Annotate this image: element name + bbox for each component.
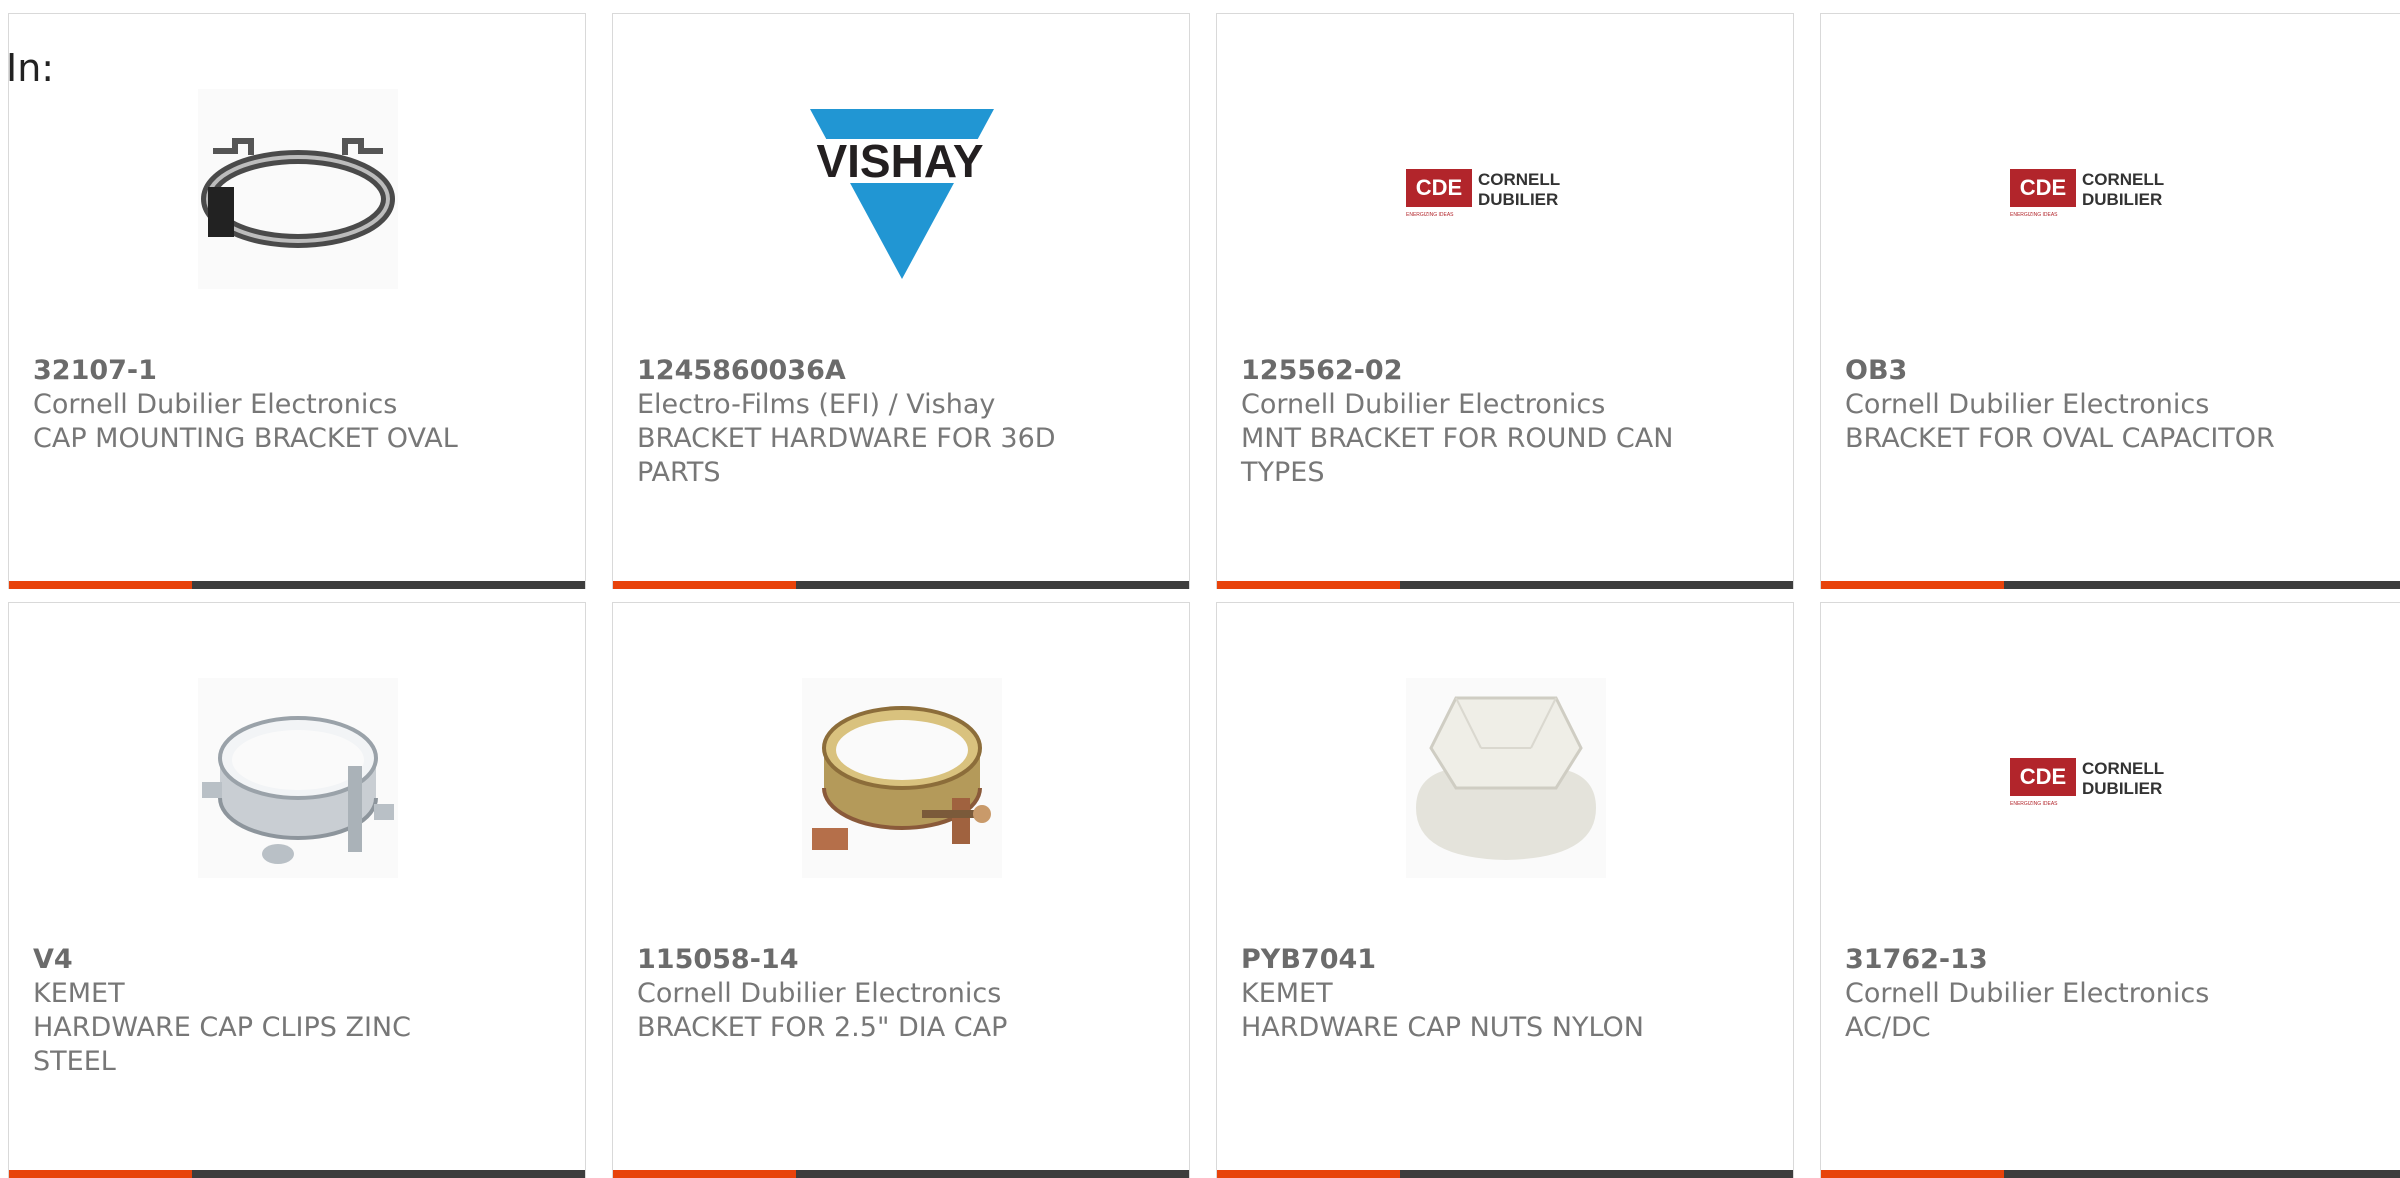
svg-text:VISHAY: VISHAY: [816, 135, 983, 187]
manufacturer: KEMET: [1241, 978, 1333, 1009]
svg-text:ENERGIZING IDEAS: ENERGIZING IDEAS: [1406, 212, 1454, 218]
product-info: 1245860036A Electro-Films (EFI) / Vishay…: [637, 354, 1097, 490]
part-number[interactable]: 115058-14: [637, 943, 1097, 977]
product-thumbnail[interactable]: [198, 678, 398, 878]
nylon-nut-image: [1406, 678, 1606, 878]
description: HARDWARE CAP NUTS NYLON: [1241, 1012, 1644, 1043]
manufacturer: Cornell Dubilier Electronics: [1845, 389, 2210, 420]
card-bottom-bar: [1821, 581, 2400, 589]
card-bottom-bar: [1217, 1170, 1793, 1178]
product-thumbnail[interactable]: [1406, 678, 1606, 878]
part-number[interactable]: OB3: [1845, 354, 2305, 388]
description: AC/DC: [1845, 1012, 1931, 1043]
product-card[interactable]: CDE CORNELL DUBILIER ENERGIZING IDEAS 31…: [1820, 602, 2400, 1178]
card-bottom-bar: [613, 1170, 1189, 1178]
description: BRACKET HARDWARE FOR 36D PARTS: [637, 423, 1056, 488]
product-thumbnail[interactable]: CDE CORNELL DUBILIER ENERGIZING IDEAS: [2010, 89, 2210, 289]
product-thumbnail[interactable]: [198, 89, 398, 289]
product-grid: 32107-1 Cornell Dubilier Electronics CAP…: [0, 0, 2400, 1178]
product-card[interactable]: VISHAY 1245860036A Electro-Films (EFI) /…: [612, 13, 1190, 589]
part-number[interactable]: 32107-1: [33, 354, 493, 388]
product-card[interactable]: 115058-14 Cornell Dubilier Electronics B…: [612, 602, 1190, 1178]
card-bottom-bar: [9, 1170, 585, 1178]
manufacturer: Cornell Dubilier Electronics: [1845, 978, 2210, 1009]
oval-bracket-image: [198, 89, 398, 289]
product-info: V4 KEMET HARDWARE CAP CLIPS ZINC STEEL: [33, 943, 493, 1079]
product-info: 31762-13 Cornell Dubilier Electronics AC…: [1845, 943, 2305, 1045]
svg-text:CDE: CDE: [1416, 175, 1462, 200]
product-info: PYB7041 KEMET HARDWARE CAP NUTS NYLON: [1241, 943, 1701, 1045]
manufacturer: Cornell Dubilier Electronics: [33, 389, 398, 420]
card-bottom-bar: [1217, 581, 1793, 589]
svg-text:CORNELL: CORNELL: [2082, 759, 2164, 778]
part-number[interactable]: V4: [33, 943, 493, 977]
description: BRACKET FOR OVAL CAPACITOR: [1845, 423, 2275, 454]
product-thumbnail[interactable]: VISHAY: [802, 89, 1002, 289]
product-thumbnail[interactable]: CDE CORNELL DUBILIER ENERGIZING IDEAS: [1406, 89, 1606, 289]
description: CAP MOUNTING BRACKET OVAL: [33, 423, 458, 454]
svg-text:CDE: CDE: [2020, 764, 2066, 789]
manufacturer: Cornell Dubilier Electronics: [637, 978, 1002, 1009]
product-info: 115058-14 Cornell Dubilier Electronics B…: [637, 943, 1097, 1045]
svg-text:CDE: CDE: [2020, 175, 2066, 200]
product-thumbnail[interactable]: CDE CORNELL DUBILIER ENERGIZING IDEAS: [2010, 678, 2210, 878]
product-card[interactable]: 32107-1 Cornell Dubilier Electronics CAP…: [8, 13, 586, 589]
cde-logo-image: CDE CORNELL DUBILIER ENERGIZING IDEAS: [2010, 169, 2164, 218]
brass-clamp-image: [802, 678, 1002, 878]
product-info: 32107-1 Cornell Dubilier Electronics CAP…: [33, 354, 493, 456]
svg-text:ENERGIZING IDEAS: ENERGIZING IDEAS: [2010, 212, 2058, 218]
svg-text:DUBILIER: DUBILIER: [2082, 190, 2162, 209]
part-number[interactable]: 125562-02: [1241, 354, 1701, 388]
description: MNT BRACKET FOR ROUND CAN TYPES: [1241, 423, 1674, 488]
description: HARDWARE CAP CLIPS ZINC STEEL: [33, 1012, 411, 1077]
cde-logo-image: CDE CORNELL DUBILIER ENERGIZING IDEAS: [2010, 758, 2164, 807]
filter-label: In:: [6, 46, 55, 90]
card-bottom-bar: [1821, 1170, 2400, 1178]
cde-logo-image: CDE CORNELL DUBILIER ENERGIZING IDEAS: [1406, 169, 1560, 218]
zinc-clamp-image: [198, 678, 398, 878]
card-bottom-bar: [9, 581, 585, 589]
svg-text:CORNELL: CORNELL: [1478, 170, 1560, 189]
manufacturer: KEMET: [33, 978, 125, 1009]
product-card[interactable]: V4 KEMET HARDWARE CAP CLIPS ZINC STEEL: [8, 602, 586, 1178]
product-card[interactable]: CDE CORNELL DUBILIER ENERGIZING IDEAS OB…: [1820, 13, 2400, 589]
product-card[interactable]: CDE CORNELL DUBILIER ENERGIZING IDEAS 12…: [1216, 13, 1794, 589]
svg-text:DUBILIER: DUBILIER: [1478, 190, 1558, 209]
description: BRACKET FOR 2.5" DIA CAP: [637, 1012, 1008, 1043]
vishay-logo-image: VISHAY: [802, 109, 1002, 279]
product-card[interactable]: PYB7041 KEMET HARDWARE CAP NUTS NYLON: [1216, 602, 1794, 1178]
part-number[interactable]: 31762-13: [1845, 943, 2305, 977]
svg-text:CORNELL: CORNELL: [2082, 170, 2164, 189]
manufacturer: Cornell Dubilier Electronics: [1241, 389, 1606, 420]
card-bottom-bar: [613, 581, 1189, 589]
part-number[interactable]: 1245860036A: [637, 354, 1097, 388]
product-info: 125562-02 Cornell Dubilier Electronics M…: [1241, 354, 1701, 490]
product-thumbnail[interactable]: [802, 678, 1002, 878]
part-number[interactable]: PYB7041: [1241, 943, 1701, 977]
svg-text:ENERGIZING IDEAS: ENERGIZING IDEAS: [2010, 801, 2058, 807]
svg-text:DUBILIER: DUBILIER: [2082, 779, 2162, 798]
product-info: OB3 Cornell Dubilier Electronics BRACKET…: [1845, 354, 2305, 456]
manufacturer: Electro-Films (EFI) / Vishay: [637, 389, 996, 420]
